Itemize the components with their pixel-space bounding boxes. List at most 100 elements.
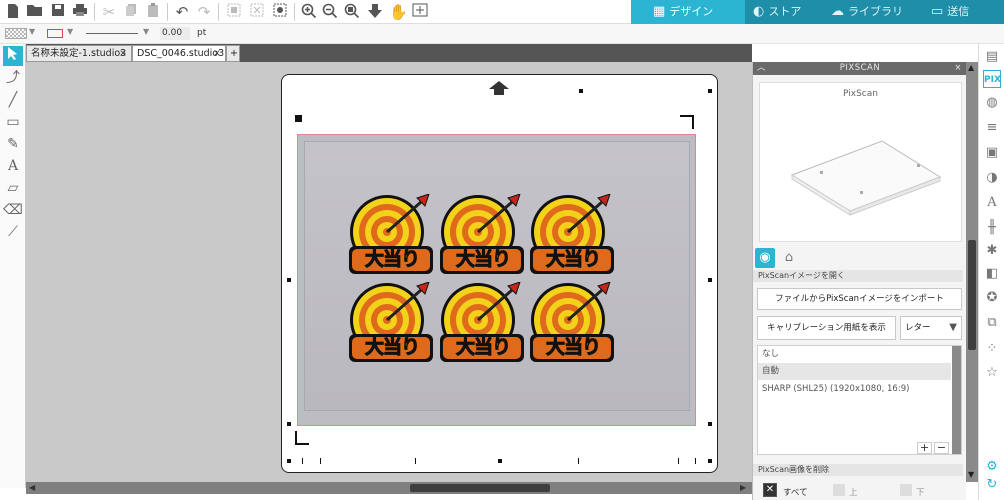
tab-design[interactable]: ▦ デザイン xyxy=(631,0,745,24)
undo-icon[interactable]: ↶ xyxy=(173,3,191,21)
open-folder-icon[interactable] xyxy=(26,3,44,21)
paste-icon[interactable] xyxy=(144,3,162,21)
eraser-tool-icon[interactable]: ⌫ xyxy=(3,200,23,220)
ungroup-icon[interactable] xyxy=(248,3,266,21)
selection-handle[interactable] xyxy=(708,278,712,282)
vertical-scrollbar[interactable]: ▲ ▼ xyxy=(966,62,978,482)
camera-icon[interactable]: ◉ xyxy=(755,248,775,268)
offset-icon[interactable]: ✪ xyxy=(983,289,1001,307)
replicate-icon[interactable]: ✱ xyxy=(983,242,1001,260)
new-doc-icon[interactable] xyxy=(4,3,22,21)
page-setup-icon[interactable]: ▤ xyxy=(983,48,1001,66)
selection-handle[interactable] xyxy=(287,459,291,463)
line-color-icon[interactable]: ≡ xyxy=(983,119,1001,137)
fill-dropdown-icon[interactable]: ▼ xyxy=(29,27,35,36)
camera-calibration-list[interactable]: なし 自動 SHARP (SHL25) (1920x1080, 16:9) + … xyxy=(757,345,962,455)
selection-handle[interactable] xyxy=(287,422,291,426)
chevron-down-icon: ▼ xyxy=(949,322,957,333)
add-item-button[interactable]: + xyxy=(917,442,932,454)
doc-tab-dsc0046[interactable]: DSC_0046.studio3 × xyxy=(132,45,226,62)
stroke-dropdown-icon[interactable]: ▼ xyxy=(67,27,73,36)
paper-size-select[interactable]: レター ▼ xyxy=(900,316,962,340)
rectangle-tool-icon[interactable]: ▭ xyxy=(3,112,23,132)
trace-icon[interactable]: ⧉ xyxy=(983,314,1001,332)
scrollbar-thumb[interactable] xyxy=(968,240,976,350)
add-page-icon[interactable] xyxy=(411,3,429,21)
line-style-dropdown-icon[interactable]: ▼ xyxy=(143,27,149,36)
close-icon[interactable]: × xyxy=(119,46,127,61)
selection-handle[interactable] xyxy=(708,422,712,426)
copy-icon[interactable] xyxy=(122,3,140,21)
sketch-icon[interactable]: ⁘ xyxy=(983,340,1001,358)
tab-send[interactable]: ▭ 送信 xyxy=(931,0,1004,24)
modify-icon[interactable]: ◧ xyxy=(983,265,1001,283)
redo-icon[interactable]: ↷ xyxy=(195,3,213,21)
selection-handle[interactable] xyxy=(287,278,291,282)
zoom-fit-icon[interactable] xyxy=(343,3,361,21)
list-item[interactable]: 自動 xyxy=(758,363,951,380)
zoom-out-icon[interactable] xyxy=(321,3,339,21)
stroke-color-swatch[interactable] xyxy=(47,29,63,38)
remove-item-button[interactable]: − xyxy=(934,442,949,454)
tab-library[interactable]: ☁ ライブラリ xyxy=(831,0,921,24)
checkbox-all[interactable]: ✕ xyxy=(763,483,777,497)
add-tab-button[interactable]: + xyxy=(226,45,240,62)
text-style-icon[interactable]: A xyxy=(983,194,1001,212)
tab-store-label: ストア xyxy=(768,5,802,18)
list-item[interactable]: なし xyxy=(758,346,951,363)
selection-handle[interactable] xyxy=(708,89,712,93)
cut-icon[interactable]: ✂ xyxy=(100,3,118,21)
line-style-preview[interactable] xyxy=(86,33,138,34)
tab-store[interactable]: ◐ ストア xyxy=(749,0,829,24)
scroll-left-icon[interactable]: ◀ xyxy=(29,483,35,492)
line-width-input[interactable]: 0.00 xyxy=(160,27,190,40)
print-icon[interactable] xyxy=(71,3,89,21)
list-scrollbar[interactable] xyxy=(952,346,961,454)
scroll-up-icon[interactable]: ▲ xyxy=(968,63,974,72)
pan-hand-icon[interactable]: ✋ xyxy=(389,3,408,21)
move-down-icon[interactable] xyxy=(366,3,384,21)
fill-swatch[interactable] xyxy=(5,28,27,39)
image-effects-icon[interactable]: ▣ xyxy=(983,144,1001,162)
contrast-icon[interactable]: ◑ xyxy=(983,169,1001,187)
horizontal-scrollbar[interactable]: ◀ ▶ xyxy=(26,482,752,494)
select-tool-icon[interactable] xyxy=(3,46,23,66)
knife-tool-icon[interactable]: ⟋ xyxy=(3,222,23,242)
scanner-icon[interactable]: ⌂ xyxy=(779,248,799,268)
scrollbar-thumb[interactable] xyxy=(410,484,550,492)
pen-tool-icon[interactable]: ✎ xyxy=(3,134,23,154)
design-canvas[interactable]: 大当り 大当り 大当り 大当り 大当り 大当り xyxy=(26,62,752,482)
group-icon[interactable] xyxy=(225,3,243,21)
fill-color-icon[interactable]: ◍ xyxy=(983,94,1001,112)
settings-icon[interactable]: ⚙ xyxy=(983,458,1001,476)
sync-icon[interactable]: ↻ xyxy=(983,476,1001,494)
import-pixscan-button[interactable]: ファイルからPixScanイメージをインポート xyxy=(757,288,962,310)
favorites-icon[interactable]: ☆ xyxy=(983,364,1001,382)
checkbox-down[interactable] xyxy=(900,484,912,496)
show-calibration-button[interactable]: キャリブレーション用紙を表示 xyxy=(757,316,896,340)
fill-tool-icon[interactable]: ▱ xyxy=(3,178,23,198)
line-tool-icon[interactable]: ╱ xyxy=(3,90,23,110)
selection-handle[interactable] xyxy=(579,89,583,93)
align-icon[interactable]: ╫ xyxy=(983,219,1001,237)
zoom-in-icon[interactable] xyxy=(300,3,318,21)
cutting-mat-page[interactable]: 大当り 大当り 大当り 大当り 大当り 大当り xyxy=(281,74,718,473)
scroll-down-icon[interactable]: ▼ xyxy=(968,470,974,479)
close-icon[interactable]: × xyxy=(954,62,962,75)
tab-library-label: ライブラリ xyxy=(848,5,903,18)
edit-points-icon[interactable]: ⤴ xyxy=(3,68,23,88)
select-all-icon[interactable] xyxy=(271,3,289,21)
pixscan-image[interactable]: 大当り 大当り 大当り 大当り 大当り 大当り xyxy=(297,134,696,426)
text-tool-icon[interactable]: A xyxy=(3,156,23,176)
close-icon[interactable]: × xyxy=(213,46,221,61)
pixscan-icon[interactable]: PIX xyxy=(983,70,1001,88)
selection-handle[interactable] xyxy=(498,459,502,463)
checkbox-up[interactable] xyxy=(833,484,845,496)
list-item[interactable]: SHARP (SHL25) (1920x1080, 16:9) xyxy=(758,381,951,398)
scroll-right-icon[interactable]: ▶ xyxy=(740,483,746,492)
collapse-icon[interactable]: ︿ xyxy=(757,62,766,75)
save-icon[interactable] xyxy=(49,3,67,21)
selection-handle[interactable] xyxy=(708,459,712,463)
doc-tab-untitled[interactable]: 名称未設定-1.studio3 × xyxy=(26,45,132,62)
cloud-icon: ☁ xyxy=(831,4,844,19)
